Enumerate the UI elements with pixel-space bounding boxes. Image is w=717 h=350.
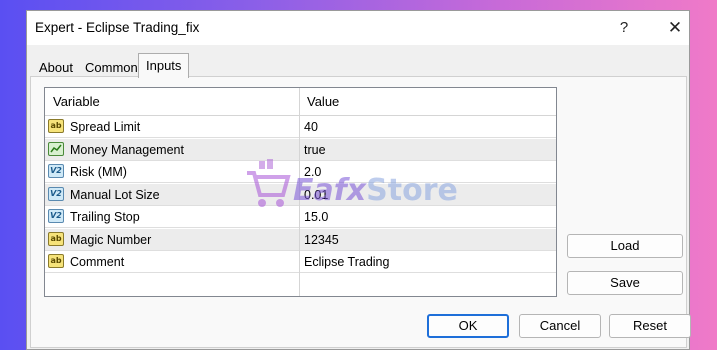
- variable-name: Trailing Stop: [70, 210, 140, 224]
- variable-value[interactable]: 12345: [304, 233, 339, 247]
- variable-name: Money Management: [70, 142, 184, 157]
- tab-about[interactable]: About: [33, 58, 79, 78]
- table-row[interactable]: ab Comment Eclipse Trading: [45, 251, 556, 273]
- variable-value[interactable]: 40: [304, 120, 318, 134]
- shopping-cart-icon: [247, 159, 291, 207]
- title-bar: Expert - Eclipse Trading_fix ? ✕: [27, 11, 689, 45]
- grid-header: Variable Value: [45, 88, 556, 116]
- store-watermark: EafxStore: [245, 159, 505, 219]
- table-row[interactable]: ab Spread Limit 40: [45, 116, 556, 138]
- ab-text-icon: ab: [48, 254, 64, 268]
- reset-button[interactable]: Reset: [609, 314, 691, 338]
- close-button[interactable]: ✕: [663, 17, 687, 39]
- tab-common[interactable]: Common: [79, 58, 144, 78]
- variable-name: Spread Limit: [70, 120, 141, 134]
- table-row[interactable]: Money Management true: [45, 138, 556, 161]
- tab-inputs[interactable]: Inputs: [138, 53, 190, 78]
- save-button[interactable]: Save: [567, 271, 683, 295]
- variable-name: Comment: [70, 255, 125, 269]
- column-header-value[interactable]: Value: [307, 94, 339, 109]
- window-title: Expert - Eclipse Trading_fix: [35, 20, 200, 35]
- variable-name: Risk (MM): [70, 165, 127, 179]
- watermark-text: EafxStore: [293, 173, 458, 208]
- variable-value[interactable]: true: [304, 143, 326, 157]
- ab-text-icon: ab: [48, 231, 64, 246]
- double-value-icon: V2: [48, 164, 64, 178]
- load-button[interactable]: Load: [567, 234, 683, 258]
- table-row[interactable]: ab Magic Number 12345: [45, 228, 556, 251]
- help-button[interactable]: ?: [612, 17, 636, 39]
- variable-name: Manual Lot Size: [70, 187, 160, 202]
- double-value-icon: V2: [48, 186, 64, 201]
- variable-value[interactable]: Eclipse Trading: [304, 255, 389, 269]
- ok-button[interactable]: OK: [427, 314, 509, 338]
- expert-dialog: Expert - Eclipse Trading_fix ? ✕ About C…: [26, 10, 691, 350]
- ab-text-icon: ab: [48, 119, 64, 133]
- tab-strip: About Common Inputs: [27, 51, 689, 78]
- column-header-variable[interactable]: Variable: [53, 94, 100, 109]
- variable-name: Magic Number: [70, 232, 152, 247]
- cancel-button[interactable]: Cancel: [519, 314, 601, 338]
- boolean-icon: [48, 141, 64, 156]
- double-value-icon: V2: [48, 209, 64, 223]
